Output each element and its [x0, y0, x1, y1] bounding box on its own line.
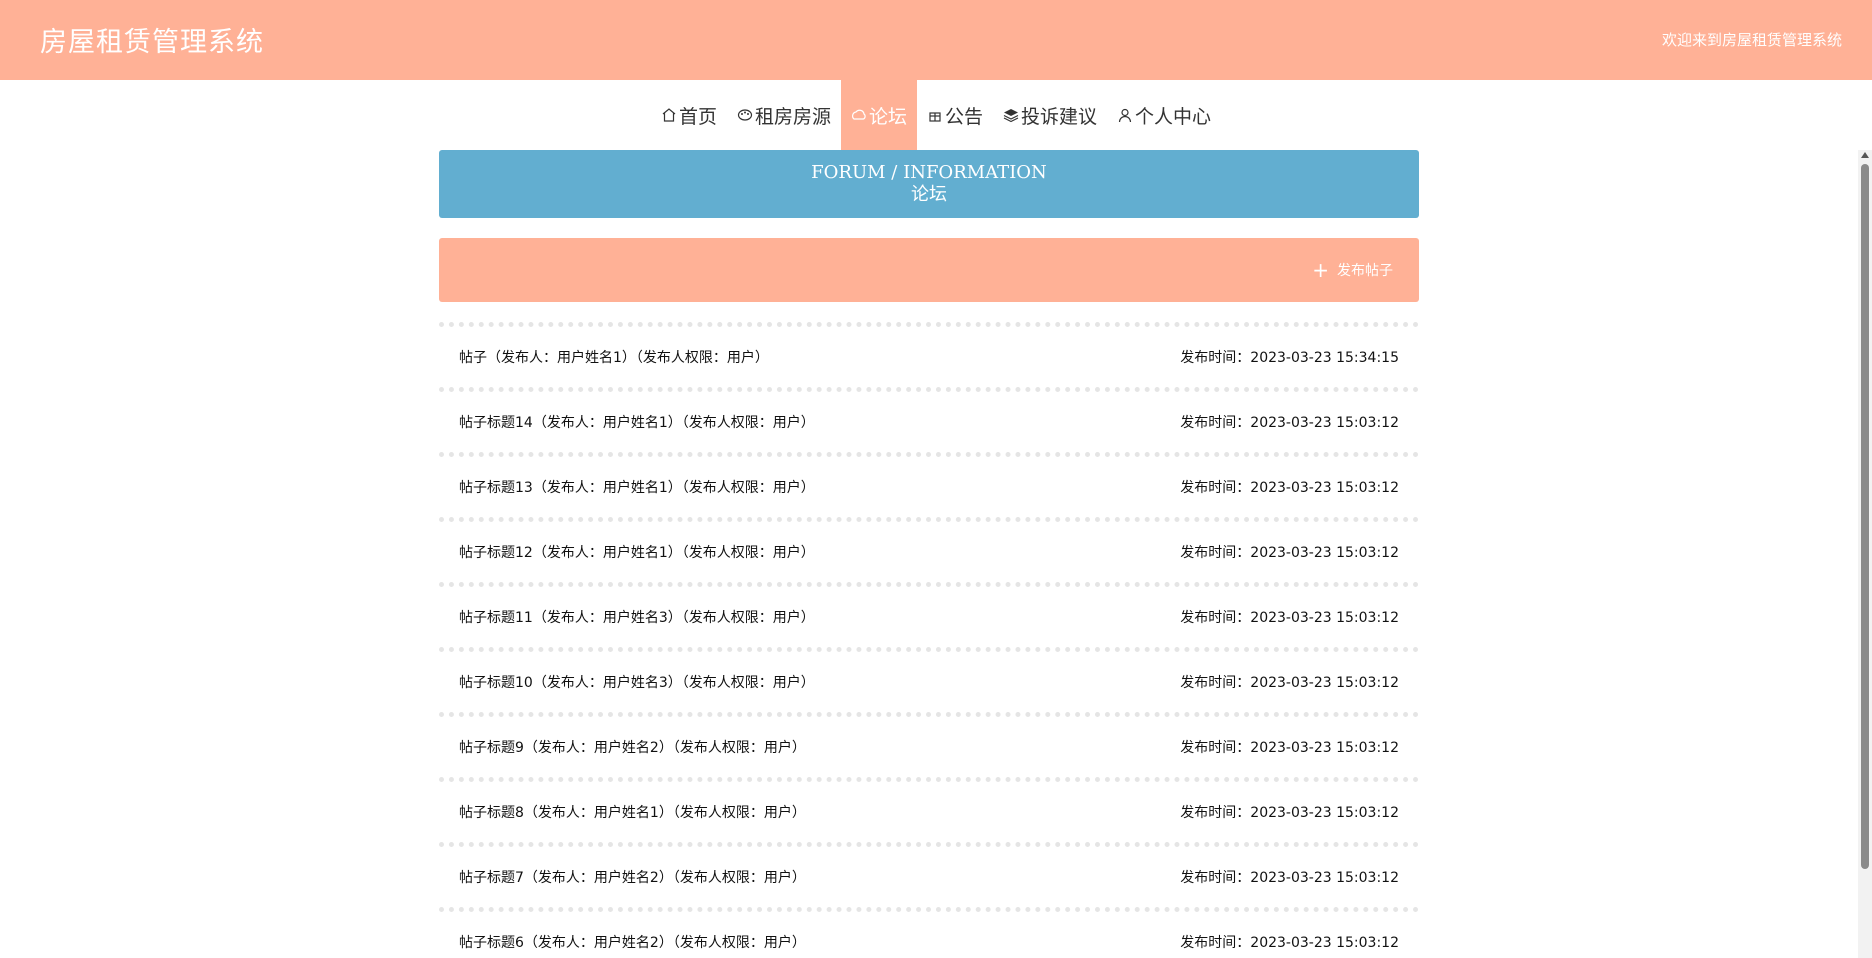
gift-icon — [927, 107, 943, 123]
post-time: 发布时间：2023-03-23 15:03:12 — [1180, 870, 1399, 886]
post-time: 发布时间：2023-03-23 15:03:12 — [1180, 545, 1399, 561]
post-title[interactable]: 帖子标题9（发布人：用户姓名2）（发布人权限：用户） — [459, 737, 806, 757]
post-title[interactable]: 帖子标题12（发布人：用户姓名1）（发布人权限：用户） — [459, 542, 815, 562]
nav-item-label: 投诉建议 — [1021, 105, 1098, 128]
main-nav: 首页 租房房源 论坛 公告 投诉建议 个人中心 — [0, 80, 1872, 150]
palette-icon — [737, 107, 753, 123]
post-title[interactable]: 帖子标题14（发布人：用户姓名1）（发布人权限：用户） — [459, 412, 815, 432]
post-row[interactable]: 帖子标题8（发布人：用户姓名1）（发布人权限：用户） 发布时间：2023-03-… — [439, 777, 1419, 842]
post-time: 发布时间：2023-03-23 15:03:12 — [1180, 480, 1399, 496]
layers-icon — [1003, 107, 1019, 123]
nav-item-home[interactable]: 首页 — [651, 80, 727, 150]
banner-title-cn: 论坛 — [911, 184, 947, 205]
post-title[interactable]: 帖子标题13（发布人：用户姓名1）（发布人权限：用户） — [459, 477, 815, 497]
top-header: 房屋租赁管理系统 欢迎来到房屋租赁管理系统 — [0, 0, 1872, 80]
welcome-text: 欢迎来到房屋租赁管理系统 — [1661, 31, 1842, 49]
publish-post-button[interactable]: + 发布帖子 — [1312, 260, 1393, 280]
plus-icon: + — [1312, 258, 1329, 282]
post-row[interactable]: 帖子标题6（发布人：用户姓名2）（发布人权限：用户） 发布时间：2023-03-… — [439, 907, 1419, 958]
post-time: 发布时间：2023-03-23 15:03:12 — [1180, 935, 1399, 951]
post-row[interactable]: 帖子标题14（发布人：用户姓名1）（发布人权限：用户） 发布时间：2023-03… — [439, 387, 1419, 452]
cloud-icon — [851, 107, 867, 123]
post-title[interactable]: 帖子（发布人：用户姓名1）（发布人权限：用户） — [459, 347, 769, 367]
banner-title-en: FORUM / INFORMATION — [811, 162, 1047, 183]
post-title[interactable]: 帖子标题11（发布人：用户姓名3）（发布人权限：用户） — [459, 607, 815, 627]
post-time: 发布时间：2023-03-23 15:03:12 — [1180, 610, 1399, 626]
scroll-up-arrow-icon[interactable] — [1861, 152, 1869, 158]
post-time: 发布时间：2023-03-23 15:34:15 — [1180, 350, 1399, 366]
nav-item-label: 论坛 — [868, 105, 907, 128]
post-title[interactable]: 帖子标题8（发布人：用户姓名1）（发布人权限：用户） — [459, 802, 806, 822]
section-banner: FORUM / INFORMATION 论坛 — [439, 150, 1419, 218]
post-row[interactable]: 帖子标题12（发布人：用户姓名1）（发布人权限：用户） 发布时间：2023-03… — [439, 517, 1419, 582]
post-row[interactable]: 帖子标题11（发布人：用户姓名3）（发布人权限：用户） 发布时间：2023-03… — [439, 582, 1419, 647]
post-title[interactable]: 帖子标题7（发布人：用户姓名2）（发布人权限：用户） — [459, 867, 806, 887]
nav-item-complaints[interactable]: 投诉建议 — [993, 80, 1107, 150]
nav-item-label: 首页 — [678, 105, 717, 128]
post-list: 帖子（发布人：用户姓名1）（发布人权限：用户） 发布时间：2023-03-23 … — [439, 322, 1419, 958]
post-time: 发布时间：2023-03-23 15:03:12 — [1180, 805, 1399, 821]
nav-item-label: 租房房源 — [754, 105, 831, 128]
nav-item-label: 公告 — [945, 105, 984, 128]
post-row[interactable]: 帖子标题9（发布人：用户姓名2）（发布人权限：用户） 发布时间：2023-03-… — [439, 712, 1419, 777]
post-row[interactable]: 帖子标题10（发布人：用户姓名3）（发布人权限：用户） 发布时间：2023-03… — [439, 647, 1419, 712]
post-row[interactable]: 帖子（发布人：用户姓名1）（发布人权限：用户） 发布时间：2023-03-23 … — [439, 322, 1419, 387]
nav-item-houses[interactable]: 租房房源 — [727, 80, 841, 150]
post-time: 发布时间：2023-03-23 15:03:12 — [1180, 740, 1399, 756]
main-content: FORUM / INFORMATION 论坛 + 发布帖子 帖子（发布人：用户姓… — [439, 150, 1419, 958]
action-bar: + 发布帖子 — [439, 238, 1419, 302]
publish-post-label: 发布帖子 — [1337, 263, 1393, 279]
user-icon — [1117, 107, 1133, 123]
post-time: 发布时间：2023-03-23 15:03:12 — [1180, 415, 1399, 431]
nav-item-label: 个人中心 — [1135, 105, 1212, 128]
post-time: 发布时间：2023-03-23 15:03:12 — [1180, 675, 1399, 691]
post-title[interactable]: 帖子标题6（发布人：用户姓名2）（发布人权限：用户） — [459, 932, 806, 952]
nav-item-profile[interactable]: 个人中心 — [1107, 80, 1221, 150]
scrollbar-thumb[interactable] — [1861, 164, 1869, 869]
post-row[interactable]: 帖子标题13（发布人：用户姓名1）（发布人权限：用户） 发布时间：2023-03… — [439, 452, 1419, 517]
nav-item-notice[interactable]: 公告 — [917, 80, 993, 150]
post-row[interactable]: 帖子标题7（发布人：用户姓名2）（发布人权限：用户） 发布时间：2023-03-… — [439, 842, 1419, 907]
home-icon — [661, 107, 677, 123]
site-title: 房屋租赁管理系统 — [40, 27, 264, 58]
nav-item-forum[interactable]: 论坛 — [840, 80, 917, 150]
page-scrollbar[interactable] — [1858, 150, 1872, 958]
post-title[interactable]: 帖子标题10（发布人：用户姓名3）（发布人权限：用户） — [459, 672, 815, 692]
